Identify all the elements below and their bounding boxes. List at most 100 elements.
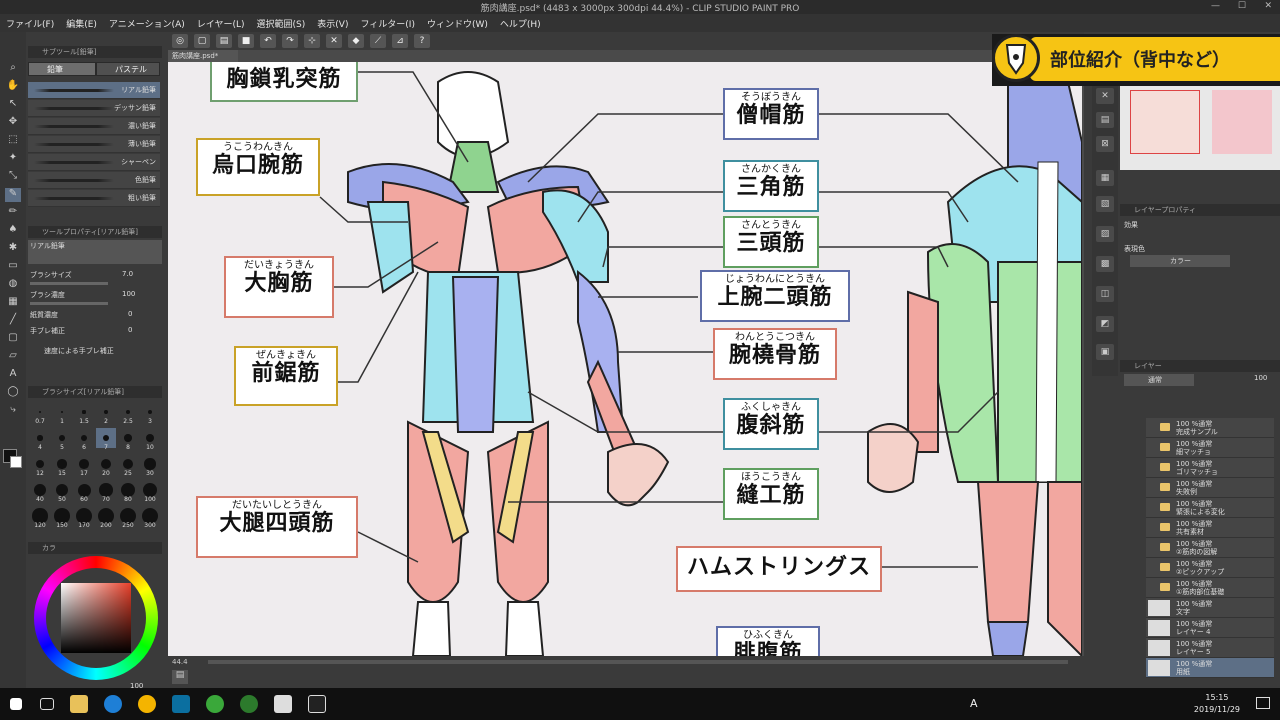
brush-size-cell[interactable]: 100 bbox=[140, 480, 160, 503]
brush-size-cell[interactable]: 0.7 bbox=[30, 402, 50, 425]
brush-size-cell[interactable]: 30 bbox=[140, 454, 160, 477]
pencil-tool-icon[interactable]: ✏ bbox=[5, 206, 21, 220]
layer-row[interactable]: 100 %通常 レイヤー 4 bbox=[1146, 618, 1274, 638]
new-file-icon[interactable]: ▢ bbox=[194, 34, 210, 48]
gradient-tool-icon[interactable]: ▦ bbox=[5, 296, 21, 310]
brush-size-cell[interactable]: 12 bbox=[30, 454, 50, 477]
maximize-button[interactable]: ☐ bbox=[1238, 1, 1246, 11]
brush-size-cell[interactable]: 1 bbox=[52, 402, 72, 425]
photoshop-icon[interactable] bbox=[172, 695, 190, 713]
brush-size-cell[interactable]: 5 bbox=[52, 428, 72, 451]
menu-file[interactable]: ファイル(F) bbox=[6, 17, 54, 30]
menu-selection[interactable]: 選択範囲(S) bbox=[257, 17, 306, 30]
brush-size-cell[interactable]: 300 bbox=[140, 506, 160, 529]
menu-window[interactable]: ウィンドウ(W) bbox=[427, 17, 488, 30]
clip-studio-taskbar-icon[interactable] bbox=[308, 695, 326, 713]
brush-tool-icon[interactable]: ♠ bbox=[5, 224, 21, 238]
correct-line-tool-icon[interactable]: ⤷ bbox=[5, 404, 21, 418]
layer-op-icon[interactable]: ▤ bbox=[1096, 112, 1114, 128]
file-explorer-icon[interactable] bbox=[70, 695, 88, 713]
layer-row[interactable]: 100 %通常 ②筋肉の図解 bbox=[1146, 538, 1274, 558]
menu-layer[interactable]: レイヤー(L) bbox=[197, 17, 245, 30]
brush-item[interactable]: リアル鉛筆 bbox=[28, 82, 160, 99]
brush-density-slider[interactable] bbox=[30, 302, 108, 305]
task-view-icon[interactable] bbox=[40, 698, 54, 710]
clip-studio-icon[interactable]: ◎ bbox=[172, 34, 188, 48]
minimize-button[interactable]: — bbox=[1211, 1, 1220, 11]
auto-select-tool-icon[interactable]: ✦ bbox=[5, 152, 21, 166]
sub-color-swatch[interactable] bbox=[10, 456, 22, 468]
brush-size-cell[interactable]: 17 bbox=[74, 454, 94, 477]
layer-row[interactable]: 100 %通常 細マッチョ bbox=[1146, 438, 1274, 458]
app-icon[interactable] bbox=[206, 695, 224, 713]
figure-tool-icon[interactable]: ╱ bbox=[5, 314, 21, 328]
subtool-tab-pastel[interactable]: パステル bbox=[96, 62, 160, 76]
prop-brush-size-value[interactable]: 7.0 bbox=[122, 270, 133, 278]
prop-brush-density-value[interactable]: 100 bbox=[122, 290, 135, 298]
brush-item[interactable]: デッサン鉛筆 bbox=[28, 100, 160, 117]
timeline-icon[interactable]: ▤ bbox=[172, 670, 188, 684]
brush-size-cell[interactable]: 120 bbox=[30, 506, 50, 529]
brush-item[interactable]: シャーペン bbox=[28, 154, 160, 171]
brush-item[interactable]: 粗い鉛筆 bbox=[28, 190, 160, 207]
layer-row[interactable]: 100 %通常 完成サンプル bbox=[1146, 418, 1274, 438]
brush-item[interactable]: 色鉛筆 bbox=[28, 172, 160, 189]
ruler-icon[interactable]: ⊿ bbox=[392, 34, 408, 48]
open-icon[interactable]: ▤ bbox=[216, 34, 232, 48]
layer-op-icon[interactable]: ▦ bbox=[1096, 170, 1114, 186]
snap-icon[interactable]: ⟋ bbox=[370, 34, 386, 48]
brush-size-cell[interactable]: 6 bbox=[74, 428, 94, 451]
clear-icon[interactable]: ✕ bbox=[326, 34, 342, 48]
menu-edit[interactable]: 編集(E) bbox=[66, 17, 97, 30]
blend-mode-select[interactable]: 通常 bbox=[1124, 374, 1194, 386]
layer-op-icon[interactable]: ▩ bbox=[1096, 256, 1114, 272]
balloon-tool-icon[interactable]: ◯ bbox=[5, 386, 21, 400]
brush-size-cell[interactable]: 250 bbox=[118, 506, 138, 529]
airbrush-tool-icon[interactable]: ✱ bbox=[5, 242, 21, 256]
fill-icon[interactable]: ◆ bbox=[348, 34, 364, 48]
chrome-icon[interactable] bbox=[138, 695, 156, 713]
app-icon[interactable] bbox=[240, 695, 258, 713]
zoom-value[interactable]: 44.4 bbox=[172, 658, 188, 666]
expression-select[interactable]: カラー bbox=[1130, 255, 1230, 267]
layer-row[interactable]: 100 %通常 失敗例 bbox=[1146, 478, 1274, 498]
pen-tool-icon[interactable]: ✎ bbox=[5, 188, 21, 202]
speed-stabilization-checkbox[interactable]: 速度による手ブレ補正 bbox=[44, 346, 114, 356]
brush-size-cell[interactable]: 3 bbox=[140, 402, 160, 425]
subtool-tab-pencil[interactable]: 鉛筆 bbox=[28, 62, 96, 76]
brush-size-cell[interactable]: 150 bbox=[52, 506, 72, 529]
eyedropper-tool-icon[interactable]: ⤡ bbox=[5, 170, 21, 184]
eraser-tool-icon[interactable]: ▭ bbox=[5, 260, 21, 274]
transform-icon[interactable]: ⊹ bbox=[304, 34, 320, 48]
brush-size-cell[interactable]: 2.5 bbox=[118, 402, 138, 425]
layer-row[interactable]: 100 %通常 用紙 bbox=[1146, 658, 1274, 678]
ruler-tool-icon[interactable]: ▱ bbox=[5, 350, 21, 364]
brush-size-cell[interactable]: 7 bbox=[96, 428, 116, 451]
brush-size-cell[interactable]: 170 bbox=[74, 506, 94, 529]
prop-stabilization-value[interactable]: 0 bbox=[128, 326, 132, 334]
layer-op-icon[interactable]: ▨ bbox=[1096, 226, 1114, 242]
layer-row[interactable]: 100 %通常 共有素材 bbox=[1146, 518, 1274, 538]
notification-icon[interactable] bbox=[1256, 697, 1270, 709]
brush-size-cell[interactable]: 200 bbox=[96, 506, 116, 529]
save-icon[interactable]: ■ bbox=[238, 34, 254, 48]
selection-tool-icon[interactable]: ⬚ bbox=[5, 134, 21, 148]
app-icon[interactable] bbox=[274, 695, 292, 713]
help-icon[interactable]: ? bbox=[414, 34, 430, 48]
brush-size-cell[interactable]: 70 bbox=[96, 480, 116, 503]
brush-size-cell[interactable]: 25 bbox=[118, 454, 138, 477]
layer-row[interactable]: 100 %通常 レイヤー 5 bbox=[1146, 638, 1274, 658]
zoom-tool-icon[interactable]: ⌕ bbox=[5, 62, 21, 76]
brush-size-cell[interactable]: 80 bbox=[118, 480, 138, 503]
close-button[interactable]: ✕ bbox=[1264, 1, 1272, 11]
edge-icon[interactable] bbox=[104, 695, 122, 713]
layer-op-icon[interactable]: ▧ bbox=[1096, 196, 1114, 212]
layer-row[interactable]: 100 %通常 ①筋肉部位基礎 bbox=[1146, 578, 1274, 598]
brush-size-cell[interactable]: 2 bbox=[96, 402, 116, 425]
brush-size-cell[interactable]: 20 bbox=[96, 454, 116, 477]
menu-help[interactable]: ヘルプ(H) bbox=[500, 17, 541, 30]
menu-view[interactable]: 表示(V) bbox=[317, 17, 348, 30]
fill-tool-icon[interactable]: ◍ bbox=[5, 278, 21, 292]
horizontal-scrollbar[interactable] bbox=[208, 660, 1068, 664]
redo-icon[interactable]: ↷ bbox=[282, 34, 298, 48]
